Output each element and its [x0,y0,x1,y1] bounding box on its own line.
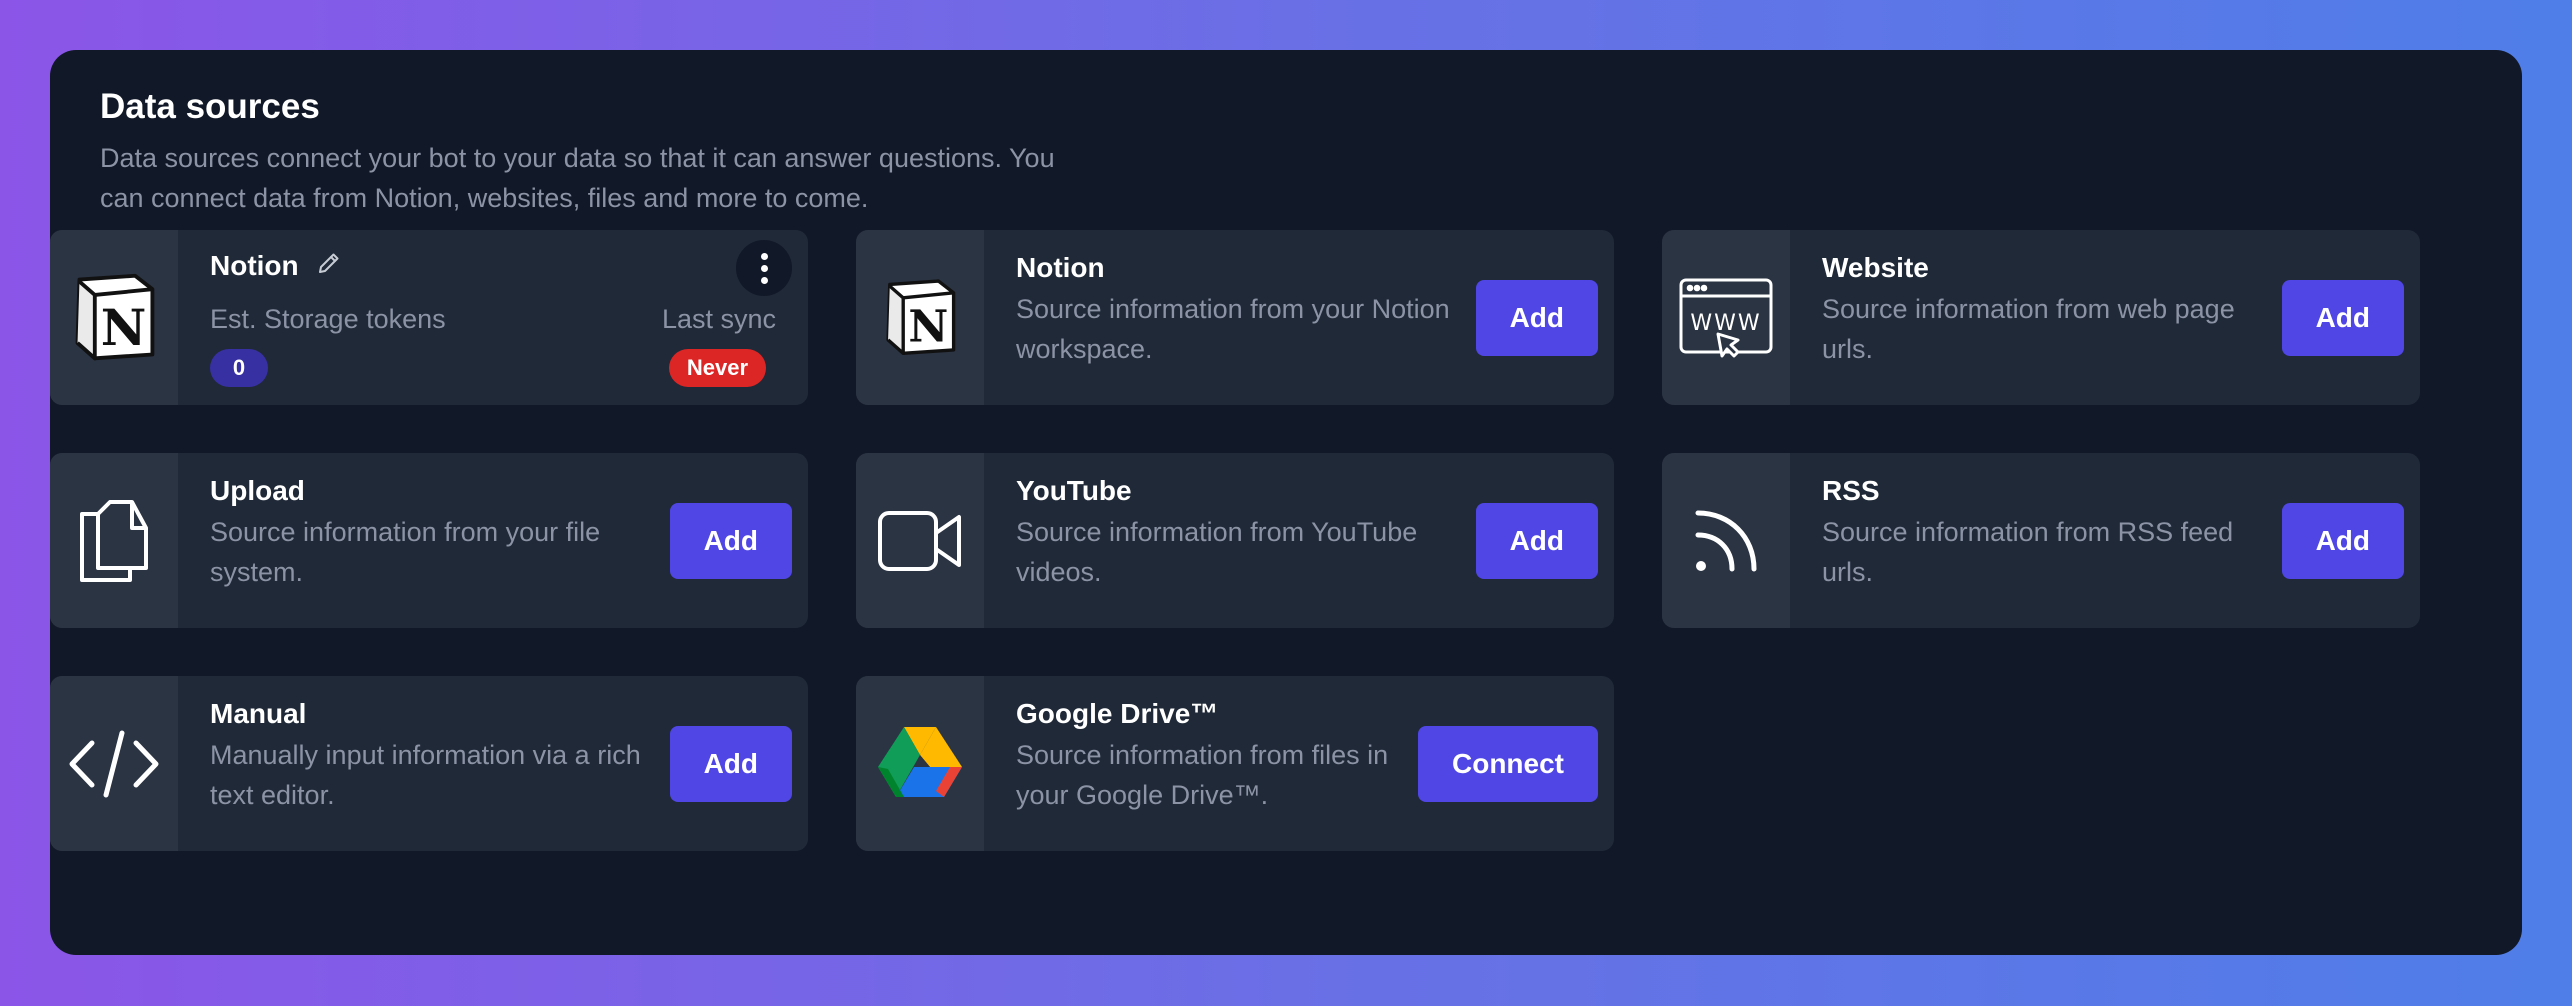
source-title: YouTube [1016,474,1132,506]
page-title: Data sources [100,87,320,126]
source-card-website: WWW Website Source information from web … [1662,230,2420,405]
storage-tokens-badge: 0 [210,349,268,387]
source-title: RSS [1822,474,1880,506]
website-icon: WWW [1662,230,1790,405]
connected-source-name: Notion [210,250,299,281]
sources-grid: N Notion Est. Storage tokens Last sync 0… [50,230,2420,851]
add-notion-button[interactable]: Add [1475,279,1598,356]
add-website-button[interactable]: Add [2281,279,2404,356]
pencil-icon[interactable] [317,250,341,282]
source-card-google-drive: Google Drive™ Source information from fi… [856,676,1614,851]
svg-text:N: N [908,301,948,352]
source-title: Manual [210,697,307,729]
source-description: Manually input information via a rich te… [210,739,641,810]
source-card-rss: RSS Source information from RSS feed url… [1662,453,2420,628]
more-options-button[interactable] [736,240,792,296]
last-sync-label: Last sync [661,304,776,334]
source-description: Source information from files in your Go… [1016,739,1389,810]
source-title: Upload [210,474,305,506]
source-description: Source information from web page urls. [1822,293,2235,364]
svg-text:WWW: WWW [1690,311,1761,336]
more-vertical-icon [760,252,768,260]
connected-source-body: Notion Est. Storage tokens Last sync 0 N… [178,230,808,405]
notion-icon: N [50,230,178,405]
source-description: Source information from your Notion work… [1016,293,1450,364]
source-title: Website [1822,251,1929,283]
connected-notion-card: N Notion Est. Storage tokens Last sync 0… [50,230,808,405]
source-card-manual: Manual Manually input information via a … [50,676,808,851]
source-description: Source information from RSS feed urls. [1822,516,2234,587]
notion-icon: N [856,230,984,405]
connect-google-drive-button[interactable]: Connect [1418,725,1598,802]
source-description: Source information from your file system… [210,516,601,587]
svg-text:N: N [101,297,147,356]
add-upload-button[interactable]: Add [669,502,792,579]
add-youtube-button[interactable]: Add [1475,502,1598,579]
source-card-youtube: YouTube Source information from YouTube … [856,453,1614,628]
code-icon [50,676,178,851]
page-description: Data sources connect your bot to your da… [100,143,1055,213]
last-sync-badge: Never [668,349,766,387]
files-icon [50,453,178,628]
video-camera-icon [856,453,984,628]
source-card-notion: N Notion Source information from your No… [856,230,1614,405]
add-rss-button[interactable]: Add [2281,502,2404,579]
rss-icon [1662,453,1790,628]
storage-tokens-label: Est. Storage tokens [210,304,446,334]
google-drive-icon [856,676,984,851]
source-title: Google Drive™ [1016,697,1219,729]
source-card-upload: Upload Source information from your file… [50,453,808,628]
source-title: Notion [1016,251,1105,283]
add-manual-button[interactable]: Add [669,725,792,802]
connected-source-title: Notion [210,250,341,282]
source-description: Source information from YouTube videos. [1016,516,1418,587]
